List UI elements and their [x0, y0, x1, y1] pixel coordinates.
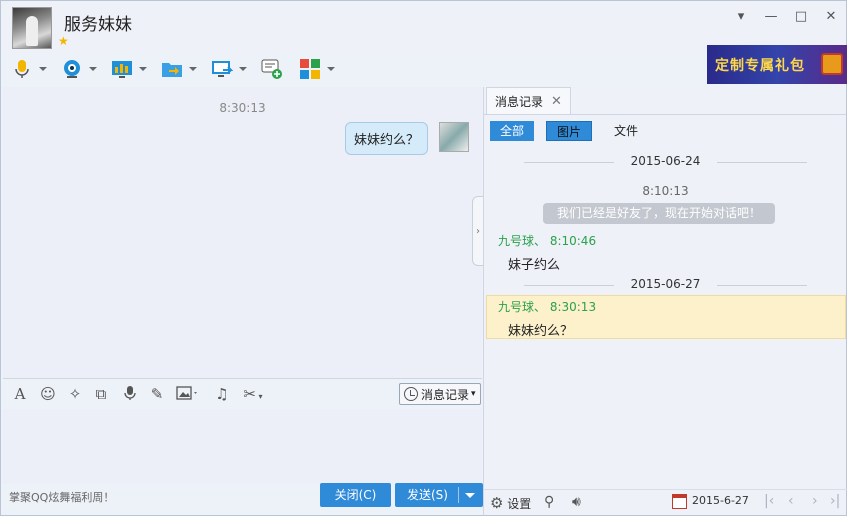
filter-all[interactable]: 全部 — [490, 121, 535, 141]
message-bubble[interactable]: 妹妹约么？ — [344, 122, 428, 155]
image-icon[interactable] — [175, 385, 201, 403]
message-add-icon — [261, 58, 283, 80]
message-add-button[interactable] — [261, 56, 283, 82]
screen-share-icon — [111, 58, 133, 80]
contact-avatar[interactable] — [12, 7, 52, 49]
webcam-icon — [61, 58, 83, 80]
self-avatar[interactable] — [439, 122, 469, 152]
send-label: 发送(S) — [407, 488, 448, 502]
maximize-icon[interactable]: □ — [793, 9, 809, 25]
send-options-icon[interactable] — [465, 493, 475, 498]
music-icon[interactable]: ♫ — [213, 385, 231, 403]
close-icon[interactable]: ✕ — [823, 9, 839, 25]
file-transfer-button[interactable] — [161, 56, 197, 82]
calendar-icon[interactable] — [672, 494, 687, 509]
first-page-icon[interactable]: |‹ — [764, 493, 774, 509]
magic-wand-icon[interactable]: ✧ — [66, 385, 84, 403]
video-call-button[interactable] — [61, 56, 97, 82]
close-button[interactable]: 关闭(C) — [320, 483, 391, 507]
filter-images[interactable]: 图片 — [546, 121, 593, 141]
record-message[interactable]: 妹子约么 — [508, 254, 560, 273]
minimize-icon[interactable]: — — [763, 9, 779, 25]
remote-desktop-icon — [211, 58, 234, 80]
date-separator: 2015-06-27 — [484, 277, 847, 291]
message-history-button[interactable]: 消息记录 ▾ — [399, 383, 481, 405]
speaker-icon[interactable]: 🔊︎ — [572, 494, 581, 510]
clock-icon — [404, 387, 418, 401]
next-page-icon[interactable]: › — [812, 493, 818, 509]
record-sender-time: 九号球、 8:30:13 — [498, 300, 597, 314]
gift-icon — [821, 53, 843, 75]
filter-files[interactable]: 文件 — [604, 121, 648, 141]
chat-history-pane[interactable]: 8:30:13 妹妹约么？ — [3, 87, 482, 378]
history-footer: ⚙ 设置 ⚲ 🔊︎ 2015-6-27 |‹ ‹ › ›| — [484, 489, 847, 515]
remote-desktop-button[interactable] — [211, 56, 247, 82]
microphone-icon — [11, 58, 33, 80]
chevron-down-icon[interactable]: ▾ — [733, 9, 749, 25]
folder-transfer-icon — [161, 58, 183, 80]
settings-button[interactable]: ⚙ 设置 — [490, 494, 531, 512]
tab-label: 消息记录 — [495, 94, 544, 109]
star-icon[interactable]: ★ — [58, 35, 70, 47]
input-footer: 掌聚QQ炫舞福利周！ 关闭(C) 发送(S) — [3, 483, 483, 515]
gear-icon: ⚙ — [490, 494, 504, 512]
emoji-icon[interactable]: ☺ — [39, 385, 57, 403]
promo-link[interactable]: 掌聚QQ炫舞福利周！ — [9, 489, 114, 505]
record-time: 8:10:13 — [642, 184, 689, 198]
close-tab-icon[interactable]: ✕ — [551, 88, 562, 116]
chat-toolbar — [1, 53, 701, 85]
font-icon[interactable]: A — [11, 385, 29, 403]
send-button[interactable]: 发送(S) — [395, 483, 483, 507]
date-separator: 2015-06-24 — [484, 154, 847, 168]
screenshot-icon[interactable]: ⧉ — [92, 385, 110, 403]
edit-icon[interactable]: ✎ — [148, 385, 166, 403]
contact-name[interactable]: 服务妹妹 — [64, 10, 132, 35]
screen-share-button[interactable] — [111, 56, 147, 82]
system-message: 我们已经是好友了，现在开始对话吧！ — [543, 203, 775, 224]
tab-message-history[interactable]: 消息记录 ✕ — [486, 87, 571, 115]
voice-call-button[interactable] — [11, 56, 47, 82]
message-time: 8:30:13 — [219, 101, 266, 115]
scissors-icon[interactable]: ✂ ▾ — [239, 385, 267, 403]
search-icon[interactable]: ⚲ — [544, 494, 554, 510]
voice-message-icon[interactable] — [121, 385, 139, 403]
record-sender-time: 九号球、 8:10:46 — [498, 234, 597, 248]
settings-label: 设置 — [507, 497, 532, 511]
history-date: 2015-6-27 — [692, 494, 749, 507]
history-panel: 消息记录 ✕ 全部 图片 文件 2015-06-24 8:10:13 我们已经是… — [483, 87, 847, 515]
input-toolbar: A ☺ ✧ ⧉ ✎ ♫ ✂ ▾ 消息记录 ▾ — [3, 378, 482, 408]
record-message[interactable]: 妹妹约么？ — [508, 320, 573, 339]
chat-window: 服务妹妹 ★ ▾ — □ ✕ 定制专属礼包 8:30:13 妹妹约么？ › A … — [0, 0, 847, 516]
apps-button[interactable] — [299, 56, 335, 82]
last-page-icon[interactable]: ›| — [830, 493, 840, 509]
message-input[interactable] — [3, 409, 482, 484]
ad-banner[interactable]: 定制专属礼包 — [707, 45, 847, 84]
message-history-label: 消息记录 — [421, 387, 470, 402]
apps-grid-icon — [299, 58, 321, 80]
ad-text: 定制专属礼包 — [715, 57, 805, 74]
prev-page-icon[interactable]: ‹ — [788, 493, 794, 509]
